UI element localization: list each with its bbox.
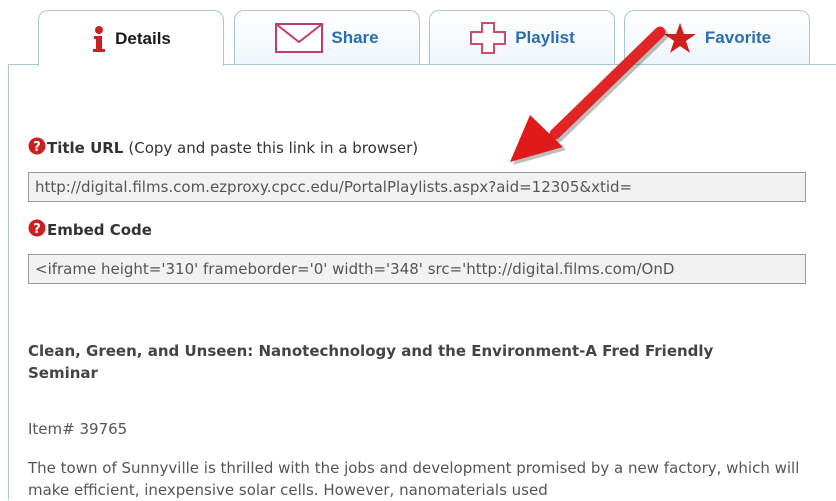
embed-code-label-row: ? Embed Code bbox=[28, 219, 152, 241]
tab-favorite-label: Favorite bbox=[704, 27, 772, 47]
svg-text:?: ? bbox=[33, 140, 41, 155]
video-description: The town of Sunnyville is thrilled with … bbox=[28, 459, 800, 499]
tab-details[interactable]: Details bbox=[38, 10, 224, 66]
tab-favorite[interactable]: Favorite bbox=[624, 10, 810, 64]
item-number: Item# 39765 bbox=[28, 420, 128, 438]
plus-icon bbox=[469, 21, 507, 55]
help-icon[interactable]: ? bbox=[28, 137, 46, 159]
video-title: Clean, Green, and Unseen: Nanotechnology… bbox=[28, 342, 714, 382]
title-url-field[interactable]: http://digital.films.com.ezproxy.cpcc.ed… bbox=[28, 172, 806, 202]
title-url-label-row: ? Title URL (Copy and paste this link in… bbox=[28, 137, 418, 159]
embed-code-field[interactable]: <iframe height='310' frameborder='0' wid… bbox=[28, 254, 806, 284]
tab-playlist-label: Playlist bbox=[515, 27, 575, 47]
embed-code-label: Embed Code bbox=[47, 221, 152, 239]
envelope-icon bbox=[275, 22, 324, 53]
star-icon bbox=[663, 22, 697, 54]
tab-share-label: Share bbox=[331, 27, 379, 47]
help-icon[interactable]: ? bbox=[28, 219, 46, 241]
tab-share[interactable]: Share bbox=[234, 10, 420, 64]
title-url-label: Title URL bbox=[47, 139, 124, 157]
tab-details-label: Details bbox=[115, 28, 171, 48]
svg-text:?: ? bbox=[33, 222, 41, 237]
title-url-note: (Copy and paste this link in a browser) bbox=[128, 139, 419, 157]
tab-playlist[interactable]: Playlist bbox=[429, 10, 615, 64]
info-icon bbox=[91, 25, 107, 53]
